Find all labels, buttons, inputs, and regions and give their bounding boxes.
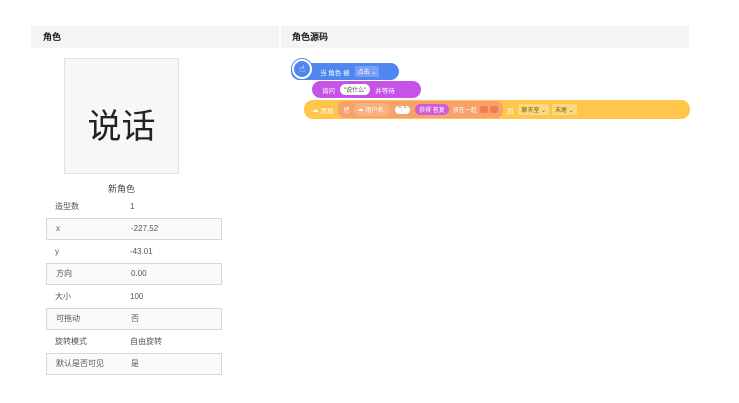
prop-value: 自由旋转 (130, 336, 162, 346)
prop-row-direction: 方向 0.00 (46, 262, 222, 285)
block-label: 把 (343, 108, 350, 114)
ask-string-input[interactable]: "说什么" (340, 84, 371, 95)
cloud-list-icon: ☁ (312, 106, 319, 114)
list-dropdown[interactable]: 聊天室 ⌄ (518, 104, 550, 115)
cloud-user-icon: ☁ (357, 107, 364, 113)
sprite-panel-header: 角色 (31, 26, 279, 48)
add-to-list-block[interactable]: ☁ 添加 把 ☁ 用户名 ": " 获得 答复 放在一起 到 聊天室 ⌄ 末尾 … (304, 100, 690, 119)
prop-value: 0.00 (131, 269, 147, 279)
prop-value: -227.52 (131, 224, 159, 234)
sprite-preview[interactable]: 说话 (64, 58, 179, 174)
username-reporter[interactable]: ☁ 用户名 (353, 103, 390, 116)
prop-key: 方向 (56, 269, 72, 279)
prop-key: 可拖动 (56, 314, 80, 324)
join-block[interactable]: 把 ☁ 用户名 ": " 获得 答复 放在一起 (337, 101, 503, 118)
block-label: 当 角色 被 (320, 69, 350, 77)
block-label: 放在一起 (452, 108, 477, 114)
prop-row-draggable: 可拖动 否 (46, 307, 222, 330)
answer-reporter[interactable]: 获得 答复 (415, 104, 449, 115)
block-label: 到 (506, 107, 514, 115)
prop-value: 100 (130, 291, 144, 301)
source-panel-header: 角色源码 (281, 26, 689, 48)
block-label: 添加 (320, 107, 334, 115)
sprite-properties: 造型数 1 x -227.52 y -43.01 方向 0.00 大小 100 可拖动否 … (46, 195, 222, 375)
block-label: 询问 (322, 87, 335, 95)
prop-value: -43.01 (130, 246, 153, 256)
block-label: 并等待 (375, 87, 395, 95)
prop-row-x: x -227.52 (46, 217, 222, 240)
prop-row-visible: 默认是否可见 是 (46, 352, 222, 375)
prop-key: x (56, 224, 60, 234)
sprite-name: 新角色 (107, 184, 135, 194)
sprite-preview-text: 说话 (87, 107, 156, 147)
event-dropdown[interactable]: 点击 ⌄ (354, 66, 380, 77)
prop-value: 1 (130, 201, 135, 211)
prop-value: 是 (131, 359, 139, 369)
position-dropdown[interactable]: 末尾 ⌄ (552, 104, 577, 115)
remove-item-icon[interactable] (479, 106, 488, 113)
prop-key: y (55, 246, 59, 256)
prop-row-size: 大小 100 (46, 285, 222, 308)
pointer-hand-icon: ☝ (292, 59, 312, 79)
ask-and-wait-block[interactable]: 询问 "说什么" 并等待 (312, 81, 421, 98)
block-label: 用户名 (365, 108, 384, 114)
separator-string-input[interactable]: ": " (394, 105, 411, 114)
prop-row-y: y -43.01 (46, 240, 222, 263)
prop-row-costumes: 造型数 1 (46, 195, 222, 218)
prop-key: 大小 (55, 291, 71, 301)
prop-key: 默认是否可见 (56, 359, 104, 369)
prop-key: 旋转模式 (55, 336, 87, 346)
prop-value: 否 (131, 314, 139, 324)
add-item-icon[interactable] (489, 106, 498, 113)
prop-key: 造型数 (55, 201, 79, 211)
prop-row-rotation-mode: 旋转模式 自由旋转 (46, 330, 222, 353)
